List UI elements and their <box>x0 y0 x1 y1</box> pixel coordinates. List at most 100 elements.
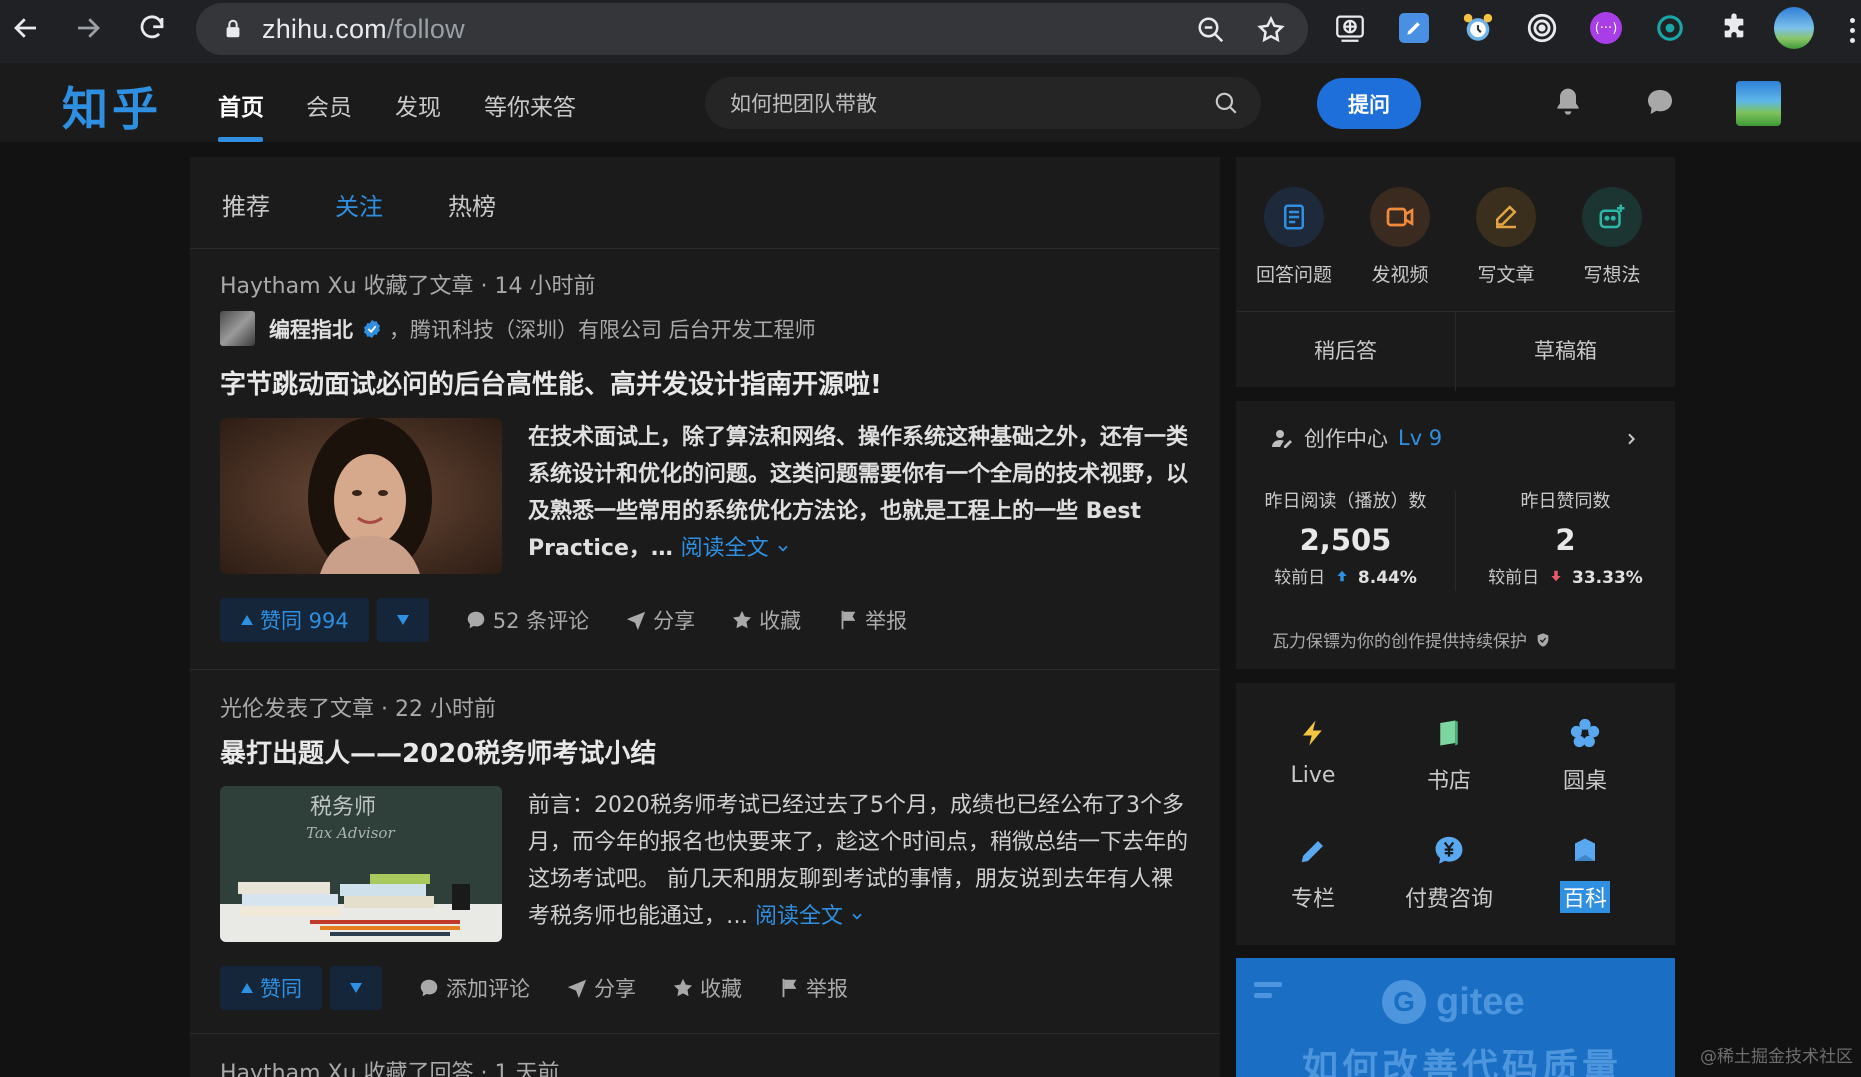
collect-button[interactable]: 收藏 <box>672 973 742 1003</box>
author-name[interactable]: 编程指北 <box>269 314 353 344</box>
zoom-icon[interactable] <box>1196 15 1226 45</box>
translate-extension-icon[interactable] <box>1330 8 1370 48</box>
video-label[interactable]: 发视频 <box>1350 260 1450 287</box>
share-button[interactable]: 分享 <box>566 973 636 1003</box>
answer-question-icon[interactable] <box>1264 187 1324 247</box>
chevron-down-icon <box>777 545 788 552</box>
flower-icon <box>1570 718 1600 748</box>
arrow-up-icon <box>1336 570 1347 582</box>
report-button[interactable]: 举报 <box>837 605 907 635</box>
level-badge: Lv 9 <box>1398 426 1443 450</box>
share-button[interactable]: 分享 <box>625 605 695 635</box>
search-icon[interactable] <box>1213 90 1239 116</box>
item-title[interactable]: 字节跳动面试必问的后台高性能、高并发设计指南开源啦! <box>220 364 882 401</box>
gitee-logo: G gitee <box>1382 980 1525 1024</box>
read-more-link[interactable]: 阅读全文 <box>755 904 864 929</box>
address-bar[interactable]: zhihu.com/follow <box>196 3 1308 55</box>
tab-follow[interactable]: 关注 <box>335 187 383 222</box>
item-actions: 赞同 添加评论 分享 收藏 举报 <box>220 966 848 1010</box>
share-icon <box>567 979 587 999</box>
likes-compare: 较前日 33.33% <box>1488 568 1643 588</box>
nav-tab-waiting[interactable]: 等你来答 <box>484 88 576 122</box>
watermark: @稀土掘金技术社区 <box>1700 1047 1853 1067</box>
target-extension-icon[interactable] <box>1522 8 1562 48</box>
profile-avatar-icon[interactable] <box>1774 7 1814 49</box>
user-avatar[interactable] <box>1736 81 1781 126</box>
creation-center-header[interactable]: 创作中心 Lv 9 <box>1270 423 1442 453</box>
tab-recommend[interactable]: 推荐 <box>222 187 270 222</box>
active-tab-indicator <box>218 137 263 142</box>
item-thumbnail[interactable]: 税务师 Tax Advisor <box>220 786 502 942</box>
reads-compare: 较前日 8.44% <box>1274 568 1417 588</box>
answer-question-label[interactable]: 回答问题 <box>1244 260 1344 287</box>
answer-later-button[interactable]: 稍后答 <box>1236 335 1455 365</box>
purple-extension-icon[interactable]: (···) <box>1586 8 1626 48</box>
likes-label: 昨日赞同数 <box>1520 491 1611 512</box>
comment-button[interactable]: 52 条评论 <box>465 605 589 635</box>
author-avatar[interactable] <box>220 311 255 346</box>
search-input[interactable] <box>730 91 1170 115</box>
flag-icon <box>841 610 856 630</box>
chevron-right-icon[interactable] <box>1623 431 1639 447</box>
zhihu-logo[interactable]: 知乎 <box>62 73 162 139</box>
bell-icon[interactable] <box>1552 86 1584 118</box>
comment-button[interactable]: 添加评论 <box>418 973 530 1003</box>
item-title[interactable]: 暴打出题人——2020税务师考试小结 <box>220 733 656 770</box>
tool-bookstore[interactable]: 书店 <box>1384 713 1514 795</box>
ad-headline: 如何改善代码质量 <box>1302 1046 1623 1077</box>
gitee-ad-banner[interactable]: G gitee 如何改善代码质量 <box>1236 958 1675 1077</box>
tool-roundtable[interactable]: 圆桌 <box>1520 713 1650 795</box>
search-box <box>705 77 1261 129</box>
report-button[interactable]: 举报 <box>778 973 848 1003</box>
gitee-g-icon: G <box>1382 980 1426 1024</box>
teal-extension-icon[interactable] <box>1650 8 1690 48</box>
tool-live[interactable]: Live <box>1248 713 1378 788</box>
arrow-right-icon <box>78 18 100 38</box>
flag-icon <box>782 978 797 998</box>
ask-button[interactable]: 提问 <box>1317 78 1421 129</box>
nav-tab-discover[interactable]: 发现 <box>395 88 441 122</box>
tab-hot[interactable]: 热榜 <box>448 187 496 222</box>
book-icon <box>1440 720 1458 746</box>
menu-dots-icon[interactable] <box>1850 18 1856 43</box>
author-bio: ，腾讯科技（深圳）有限公司 后台开发工程师 <box>389 317 816 342</box>
triangle-up-icon <box>241 983 253 993</box>
upvote-button[interactable]: 赞同 <box>220 966 322 1010</box>
puzzle-extensions-icon[interactable] <box>1714 8 1754 48</box>
write-thought-label[interactable]: 写想法 <box>1562 260 1662 287</box>
collect-button[interactable]: 收藏 <box>731 605 801 635</box>
star-icon <box>733 610 752 629</box>
note-extension-icon[interactable] <box>1394 8 1434 48</box>
downvote-button[interactable] <box>376 598 429 642</box>
write-article-icon[interactable] <box>1476 187 1536 247</box>
item-thumbnail[interactable] <box>220 418 502 574</box>
arrow-down-icon <box>1550 570 1561 582</box>
tool-paid-consult[interactable]: 付费咨询 <box>1384 831 1514 913</box>
drafts-button[interactable]: 草稿箱 <box>1456 335 1675 365</box>
video-icon[interactable] <box>1370 187 1430 247</box>
forward-button[interactable] <box>64 4 112 52</box>
write-article-label[interactable]: 写文章 <box>1456 260 1556 287</box>
reload-icon <box>140 15 164 39</box>
protection-notice[interactable]: 瓦力保镖为你的创作提供持续保护 <box>1272 627 1551 652</box>
item-excerpt[interactable]: 前言：2020税务师考试已经过去了5个月，成绩也已经公布了3个多月，而今年的报名… <box>528 787 1188 935</box>
nav-tab-home[interactable]: 首页 <box>218 88 264 122</box>
item-excerpt[interactable]: 在技术面试上，除了算法和网络、操作系统这种基础之外，还有一类系统设计和优化的问题… <box>528 419 1188 567</box>
message-icon[interactable] <box>1644 86 1676 118</box>
write-thought-icon[interactable] <box>1582 187 1642 247</box>
reload-button[interactable] <box>128 4 176 52</box>
downvote-button[interactable] <box>330 966 382 1010</box>
item-divider <box>190 669 1220 670</box>
triangle-up-icon <box>241 615 253 625</box>
bookmark-star-icon[interactable] <box>1256 15 1286 45</box>
creation-center-card: 创作中心 Lv 9 昨日阅读（播放）数 2,505 较前日 8.44% 昨日赞同… <box>1236 401 1675 669</box>
alarm-extension-icon[interactable] <box>1458 8 1498 48</box>
read-more-link[interactable]: 阅读全文 <box>681 536 790 561</box>
upvote-button[interactable]: 赞同 994 <box>220 598 369 642</box>
browser-toolbar: zhihu.com/follow (···) <box>0 0 1861 63</box>
back-button[interactable] <box>2 4 50 52</box>
comment-icon <box>420 979 438 997</box>
tool-encyclopedia[interactable]: 百科 <box>1520 831 1650 913</box>
nav-tab-member[interactable]: 会员 <box>306 88 352 122</box>
tool-column[interactable]: 专栏 <box>1248 831 1378 913</box>
